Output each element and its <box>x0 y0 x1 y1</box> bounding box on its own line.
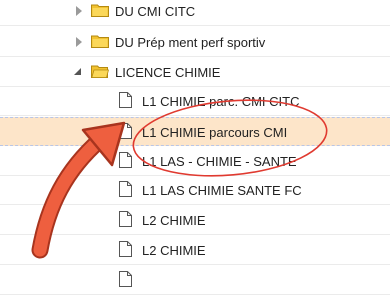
document-icon <box>119 123 132 139</box>
folder-icon <box>91 35 109 48</box>
tree-node-label: DU Prép ment perf sportiv <box>115 35 266 50</box>
document-icon <box>119 181 132 197</box>
expand-arrow-icon[interactable] <box>76 37 82 47</box>
document-icon <box>119 241 132 257</box>
tree-node-label: DU CMI CITC <box>115 4 196 19</box>
document-icon <box>119 211 132 227</box>
tree-node-l2-chimie[interactable]: L2 CHIMIE <box>0 206 390 235</box>
expand-arrow-icon[interactable] <box>76 6 82 16</box>
tree-node-l1-las-chimie-sante[interactable]: L1 LAS - CHIMIE - SANTE <box>0 147 390 176</box>
tree-node-l1-las-chimie-sante-fc[interactable]: L1 LAS CHIMIE SANTE FC <box>0 176 390 205</box>
tree-node-label: L1 LAS CHIMIE SANTE FC <box>142 183 302 198</box>
tree-node-licence-chimie[interactable]: LICENCE CHIMIE <box>0 58 390 87</box>
tree-node-l1-chimie-parcours-cmi[interactable]: L1 CHIMIE parcours CMI <box>0 117 390 146</box>
tree-node-du-cmi-citc[interactable]: DU CMI CITC <box>0 0 390 26</box>
tree-node-l2-chimie-2[interactable]: L2 CHIMIE <box>0 236 390 265</box>
tree-node-l1-chimie-parc-cmi-citc[interactable]: L1 CHIMIE parc. CMI CITC <box>0 87 390 116</box>
document-icon <box>119 271 132 287</box>
collapse-arrow-icon[interactable] <box>74 68 81 75</box>
document-icon <box>119 152 132 168</box>
tree-node-partial[interactable] <box>0 266 390 295</box>
tree-node-label: L1 LAS - CHIMIE - SANTE <box>142 154 297 169</box>
tree-node-label: L1 CHIMIE parc. CMI CITC <box>142 94 300 109</box>
tree-node-label: L1 CHIMIE parcours CMI <box>142 125 288 140</box>
document-icon <box>119 92 132 108</box>
folder-open-icon <box>91 65 109 78</box>
tree-node-label: L2 CHIMIE <box>142 213 206 228</box>
tree-view: DU CMI CITC DU Prép ment perf sportiv LI… <box>0 0 390 295</box>
tree-node-du-prep-ment-perf-sportiv[interactable]: DU Prép ment perf sportiv <box>0 28 390 57</box>
tree-node-label: LICENCE CHIMIE <box>115 65 221 80</box>
folder-icon <box>91 4 109 17</box>
tree-node-label: L2 CHIMIE <box>142 243 206 258</box>
